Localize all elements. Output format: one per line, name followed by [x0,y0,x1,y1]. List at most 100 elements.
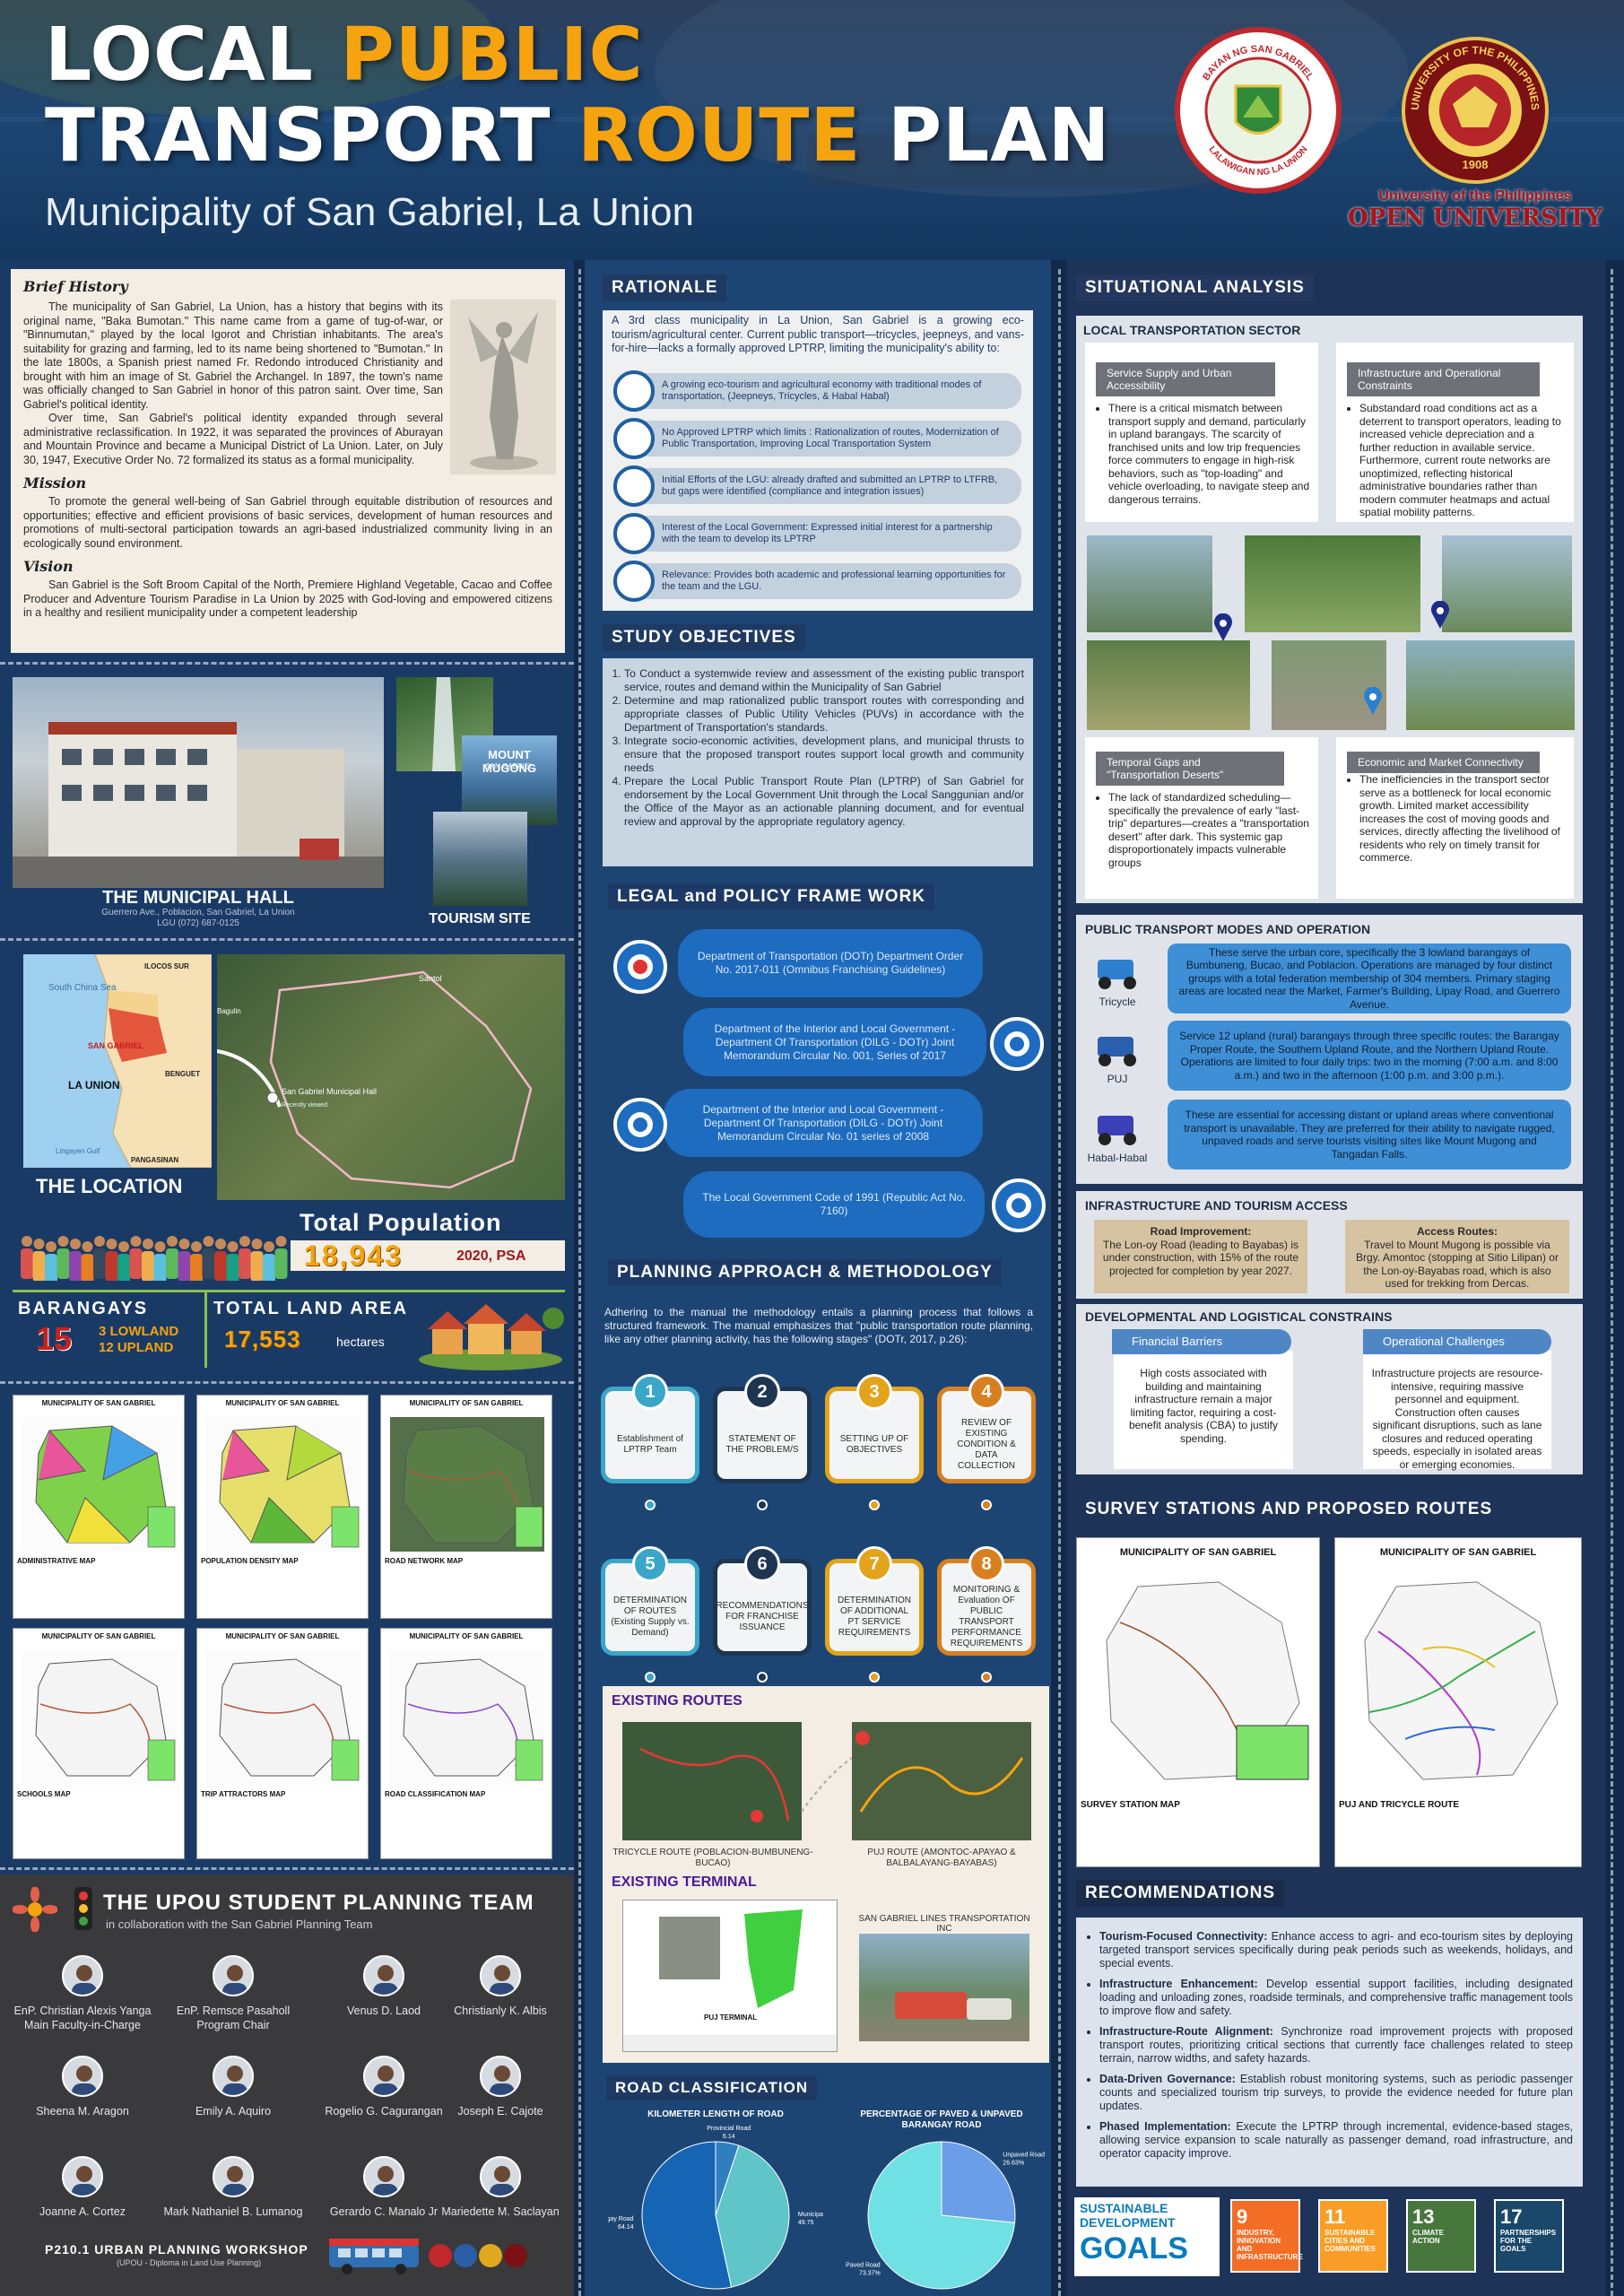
map-label-benguet: BENGUET [165,1070,200,1078]
avatar [213,1955,254,1996]
tourism-photo-mountains [433,812,527,906]
pie-value-label: 64.14 [618,2224,634,2231]
avatar [480,1955,521,1996]
team-member-name: EnP. Christian Alexis Yanga [13,2005,152,2017]
traffic-light-icon [74,1887,92,1930]
access-routes-text: Travel to Mount Mugong is possible via B… [1356,1238,1559,1291]
map-label-san-gabriel: SAN GABRIEL [88,1041,144,1050]
step-connector-dot [981,1500,992,1510]
step-connector-dot [869,1672,880,1683]
tourism-label-san-gabriel: SAN GABRIEL [485,762,534,770]
poster-header: LOCAL PUBLIC TRANSPORT ROUTE PLAN Munici… [0,0,1624,260]
transport-mode-description: These serve the urban core, specifically… [1168,944,1571,1013]
sat-label-bagulin: Bagulin [217,1007,241,1015]
partner-logo [454,2244,477,2267]
team-member-name: Emily A. Aquiro [195,2105,272,2118]
puj-route-map [852,1722,1031,1840]
avatar [213,2156,254,2197]
team-member-name: Mariedette M. Saclayan [441,2205,560,2218]
brief-history-text: The municipality of San Gabriel, La Unio… [23,300,443,411]
sdg-goal-label: CLIMATE ACTION [1412,2229,1444,2245]
column-divider [1611,269,1613,2296]
step-number: 7 [856,1546,892,1582]
situation-card-list: The inefficiencies in the transport sect… [1347,773,1567,865]
municipal-hall-address: Guerrero Ave., Poblacion, San Gabriel, L… [101,908,295,918]
legal-item: The Local Government Code of 1991 (Repub… [683,1171,985,1238]
rationale-bullet-icon [613,465,655,507]
team-member-name: Joanne A. Cortez [39,2205,126,2218]
situation-card-tag: Economic and Market Connectivity [1347,752,1540,773]
population-note: 2020, PSA [456,1248,526,1264]
local-transport-panel: LOCAL TRANSPORTATION SECTOR Service Supp… [1076,316,1583,903]
barangays-upland: 12 UPLAND [99,1340,174,1355]
avatar [62,1955,103,1996]
step-connector-dot [645,1672,656,1683]
rationale-item: Interest of the Local Government: Expres… [613,516,1021,552]
step-number: 2 [744,1374,780,1410]
team-member-role: Main Faculty-in-Charge [24,2019,141,2031]
partner-logo [504,2244,527,2267]
transport-modes-panel: PUBLIC TRANSPORT MODES AND OPERATION Tri… [1076,915,1583,1184]
municipal-hall-caption: THE MUNICIPAL HALL [102,888,294,908]
pie-category-label: Paved Road [846,2263,881,2269]
road-improvement-heading: Road Improvement: [1150,1225,1252,1238]
land-area-label: TOTAL LAND AREA [213,1299,409,1318]
rationale-item: A growing eco-tourism and agricultural e… [613,373,1021,409]
houses-illustration [419,1304,564,1370]
transport-mode-label: Habal-Habal [1087,1152,1148,1164]
sdg-goal-number: 17 [1500,2205,1523,2228]
team-member-name: Sheena M. Aragon [36,2105,129,2118]
existing-routes-panel: EXISTING ROUTES TRICYCLE ROUTE (POBLACIO… [603,1686,1049,2063]
avatar [62,2056,103,2097]
title-line-2: TRANSPORT ROUTE PLAN [45,93,1111,178]
rationale-intro: A 3rd class municipality in La Union, Sa… [612,314,1024,354]
recommendation-item: Tourism-Focused Connectivity: Enhance ac… [1099,1930,1573,1970]
recommendation-item: Data-Driven Governance: Establish robust… [1099,2073,1573,2113]
road-photo-1 [1087,640,1250,730]
government-building-icon [992,1178,1046,1232]
transport-mode-description: Service 12 upland (rural) barangays thro… [1168,1021,1571,1091]
column-divider [578,269,581,2296]
pie-value-label: 26.63% [1003,2160,1024,2166]
avatar [480,2056,521,2097]
legal-item: Department of the Interior and Local Gov… [664,1089,983,1157]
rationale-bullet-icon [613,513,655,554]
sdg-goal-tile: 17 PARTNERSHIPS FOR THE GOALS [1494,2199,1564,2273]
sdg-goal-label: SUSTAINABLE CITIES AND COMMUNITIES [1324,2229,1376,2253]
mission-heading: Mission [23,474,87,491]
map-thumbnail-trip-attractors: MUNICIPALITY OF SAN GABRIEL TRIP ATTRACTO… [196,1628,369,1859]
map-label-la-union: LA UNION [68,1079,120,1091]
team-member: EnP. Christian Alexis Yanga Main Faculty-… [6,1955,159,2032]
recommendation-heading: Phased Implementation: [1099,2120,1231,2133]
municipal-hall-phone: LGU (072) 687-0125 [157,918,239,928]
road-improvement-text: The Lon-oy Road (leading to Bayabas) is … [1102,1238,1299,1277]
team-member: Mark Nathaniel B. Lumanog [157,2156,309,2219]
upou-seal: UNIVERSITY OF THE PHILIPPINES 1908 [1385,27,1565,194]
proposed-routes-map: MUNICIPALITY OF SAN GABRIEL PUJ AND TRIC… [1334,1537,1582,1867]
tricycle-route-map [622,1722,802,1840]
rationale-title: RATIONALE [603,274,727,301]
rationale-item: Relevance: Provides both academic and pr… [613,563,1021,599]
paved-unpaved-pie-chart: PERCENTAGE OF PAVED & UNPAVED BARANGAY RO… [846,2109,1045,2290]
population-label: Total Population [300,1209,502,1236]
tourism-site-caption: TOURISM SITE [429,911,531,926]
upou-name-line-1: University of the Philippines [1378,188,1572,204]
handshake-icon [990,1017,1044,1071]
jeepney-photo-3 [1442,535,1572,632]
avatar [363,2056,404,2097]
infra-tourism-panel: INFRASTRUCTURE AND TOURISM ACCESS Road I… [1076,1191,1583,1299]
partner-logo [479,2244,502,2267]
step-connector-dot [869,1500,880,1510]
team-member: Christianly K. Albis [433,1955,568,2018]
avatar [363,1955,404,1996]
rationale-bullet-icon [613,561,655,602]
access-routes-box: Access Routes: Travel to Mount Mugong is… [1345,1220,1569,1293]
map-label-pangasinan: PANGASINAN [131,1156,178,1164]
team-member: Joanne A. Cortez [6,2156,159,2219]
recommendation-heading: Infrastructure Enhancement: [1099,1978,1258,1990]
terminal-map: PUJ TERMINAL [622,1900,838,2052]
team-member-name: Christianly K. Albis [454,2005,547,2017]
handshake-icon [613,1098,667,1152]
sdg-goal-number: 13 [1412,2205,1435,2228]
puj-route-caption: PUJ ROUTE (AMONTOC-APAYAO & BALBALAYANG-… [867,1848,1016,1868]
